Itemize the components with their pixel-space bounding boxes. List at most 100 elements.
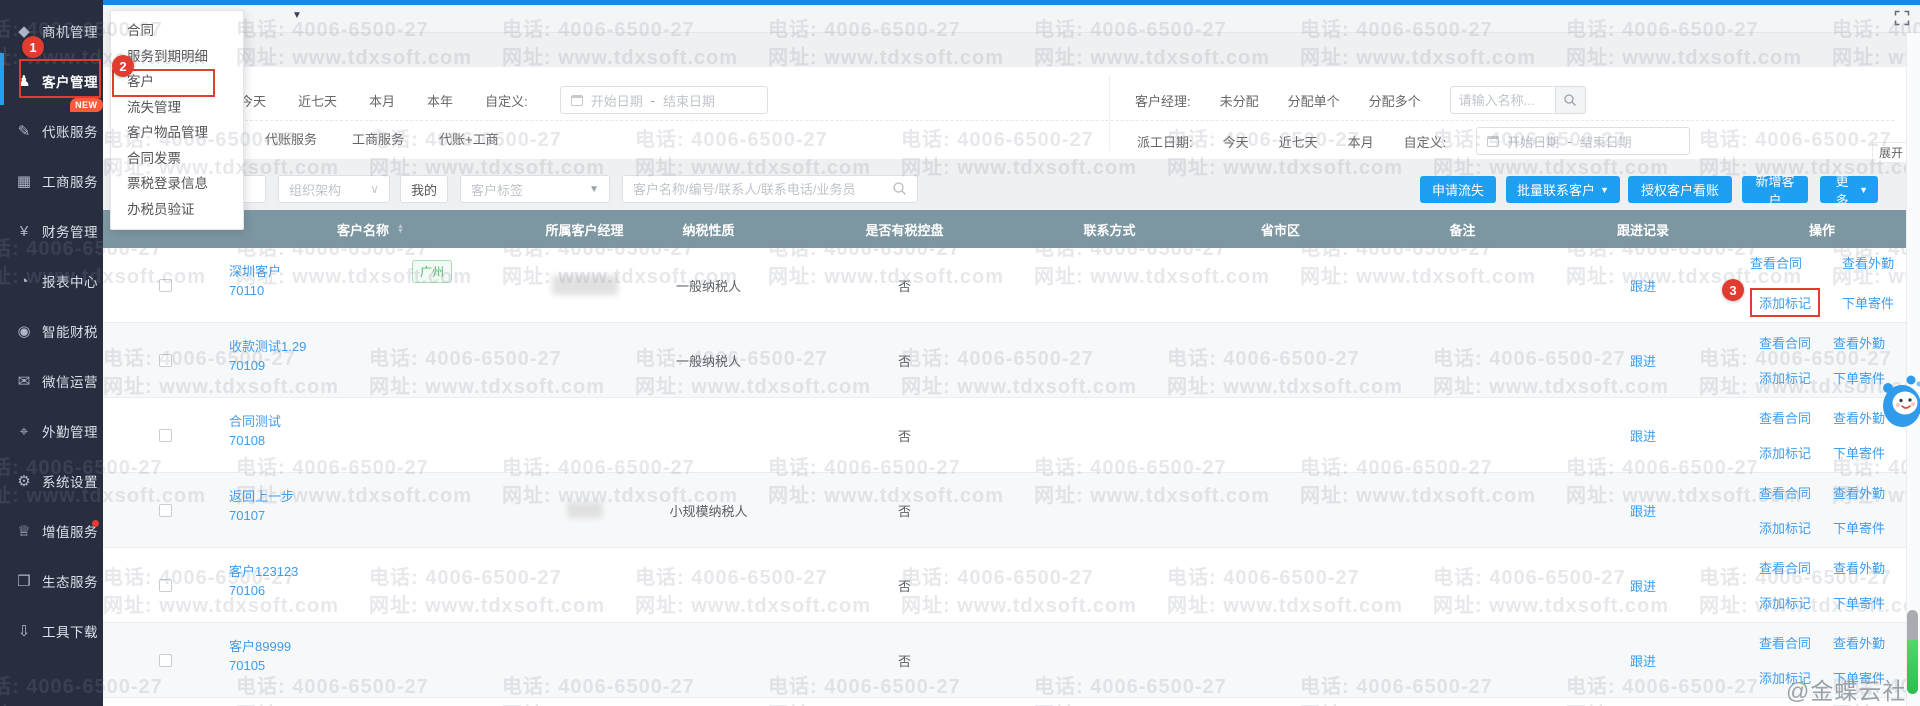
dispatch-quick-option-近七天[interactable]: 近七天 xyxy=(1279,132,1318,151)
sidebar-item-生态服务[interactable]: ❒生态服务 xyxy=(0,556,103,606)
action-link-查看合同[interactable]: 查看合同 xyxy=(1759,633,1811,652)
cell-contact xyxy=(1035,473,1184,547)
sidebar-item-商机管理[interactable]: ◆商机管理 xyxy=(0,6,103,56)
customer-code-link[interactable]: 70109 xyxy=(229,356,265,375)
customer-name-link[interactable]: 返回上一步 xyxy=(229,487,294,506)
action-link-下单寄件[interactable]: 下单寄件 xyxy=(1833,443,1885,462)
date-quick-option-本月[interactable]: 本月 xyxy=(369,91,395,110)
cell-has-tax-device: 否 xyxy=(774,248,1035,322)
assistant-mascot[interactable] xyxy=(1880,374,1920,433)
customer-name-link[interactable]: 深圳客户 xyxy=(229,262,281,281)
sort-desc-icon[interactable]: ▼ xyxy=(397,229,404,234)
action-link-查看外勤[interactable]: 查看外勤 xyxy=(1833,333,1885,352)
sidebar-item-外勤管理[interactable]: ⌖外勤管理 xyxy=(0,406,103,456)
action-link-查看合同[interactable]: 查看合同 xyxy=(1750,253,1820,272)
customer-name-link[interactable]: 客户89999 xyxy=(229,637,291,656)
customer-code-link[interactable]: 70107 xyxy=(229,506,265,525)
sidebar-item-智能财税[interactable]: ◉智能财税 xyxy=(0,306,103,356)
dispatch-quick-option-本月[interactable]: 本月 xyxy=(1348,132,1374,151)
dispatch-date-range-input[interactable]: 开始日期 - 结束日期 xyxy=(1476,127,1690,155)
sidebar-item-label: 外勤管理 xyxy=(42,421,98,441)
menu-item-客户物品管理[interactable]: 客户物品管理 xyxy=(111,120,243,146)
action-link-添加标记[interactable]: 添加标记 xyxy=(1759,368,1811,387)
row-checkbox[interactable] xyxy=(159,504,172,517)
dispatch-quick-option-今天[interactable]: 今天 xyxy=(1223,132,1249,151)
fullscreen-icon[interactable] xyxy=(1894,10,1912,28)
row-checkbox[interactable] xyxy=(159,354,172,367)
action-link-下单寄件[interactable]: 下单寄件 xyxy=(1833,593,1885,612)
row-checkbox[interactable] xyxy=(159,429,172,442)
action-link-下单寄件[interactable]: 下单寄件 xyxy=(1833,368,1885,387)
action-link-查看外勤[interactable]: 查看外勤 xyxy=(1833,633,1885,652)
customer-name-link[interactable]: 收款测试1.29 xyxy=(229,337,306,356)
customer-search-input[interactable] xyxy=(622,175,918,203)
customer-table: 客户名称▲▼所属客户经理纳税性质是否有税控盘联系方式省市区备注跟进记录操作 深圳… xyxy=(103,210,1906,706)
search-icon[interactable] xyxy=(892,181,908,197)
action-link-下单寄件[interactable]: 下单寄件 xyxy=(1833,518,1885,537)
scrollbar-track[interactable] xyxy=(1906,33,1920,706)
service-type-option-代账+工商[interactable]: 代账+工商 xyxy=(439,129,499,148)
action-link-查看合同[interactable]: 查看合同 xyxy=(1759,558,1811,577)
customer-code-link[interactable]: 70106 xyxy=(229,581,265,600)
sidebar-item-财务管理[interactable]: ¥财务管理 xyxy=(0,206,103,256)
action-link-下单寄件[interactable]: 下单寄件 xyxy=(1842,293,1894,312)
menu-item-票税登录信息[interactable]: 票税登录信息 xyxy=(111,171,243,197)
date-range-input[interactable]: 开始日期 - 结束日期 xyxy=(560,86,768,114)
row-checkbox[interactable] xyxy=(159,654,172,667)
follow-link[interactable]: 跟进 xyxy=(1630,501,1656,520)
manager-name-input[interactable] xyxy=(1450,86,1556,114)
action-link-查看合同[interactable]: 查看合同 xyxy=(1759,483,1811,502)
mine-button[interactable]: 我的 xyxy=(400,175,448,203)
manager-search-button[interactable] xyxy=(1556,86,1586,114)
action-link-查看合同[interactable]: 查看合同 xyxy=(1759,408,1811,427)
action-link-查看外勤[interactable]: 查看外勤 xyxy=(1833,558,1885,577)
customer-code-link[interactable]: 70110 xyxy=(229,281,264,300)
date-quick-option-本年[interactable]: 本年 xyxy=(427,91,453,110)
service-type-option-代账服务[interactable]: 代账服务 xyxy=(265,129,317,148)
menu-item-办税员验证[interactable]: 办税员验证 xyxy=(111,197,243,223)
sidebar-item-报表中心[interactable]: ◔报表中心 xyxy=(0,256,103,306)
customer-name-link[interactable]: 客户123123 xyxy=(229,562,298,581)
toolbar-button-批量联系客户[interactable]: 批量联系客户▼ xyxy=(1506,176,1620,203)
sidebar-item-微信运营[interactable]: ✉微信运营 xyxy=(0,356,103,406)
customer-tag-select[interactable]: 客户标签▼ xyxy=(460,175,610,203)
action-link-添加标记[interactable]: 添加标记 xyxy=(1759,518,1811,537)
manager-option-未分配[interactable]: 未分配 xyxy=(1220,91,1259,110)
row-checkbox[interactable] xyxy=(159,579,172,592)
action-link-添加标记[interactable]: 添加标记 xyxy=(1759,296,1811,311)
toolbar-button-授权客户看账[interactable]: 授权客户看账 xyxy=(1628,176,1732,203)
action-link-查看外勤[interactable]: 查看外勤 xyxy=(1833,408,1885,427)
follow-link[interactable]: 跟进 xyxy=(1630,576,1656,595)
service-type-option-工商服务[interactable]: 工商服务 xyxy=(352,129,404,148)
follow-link[interactable]: 跟进 xyxy=(1630,426,1656,445)
sidebar-item-代账服务[interactable]: ✎代账服务NEW xyxy=(0,106,103,156)
sidebar-item-增值服务[interactable]: ♕增值服务 xyxy=(0,506,103,556)
menu-item-流失管理[interactable]: 流失管理 xyxy=(111,95,243,121)
toolbar-button-申请流失[interactable]: 申请流失 xyxy=(1420,176,1496,203)
toolbar-button-新增客户[interactable]: 新增客户 xyxy=(1742,176,1808,203)
toolbar-button-更多[interactable]: 更多▼ xyxy=(1820,176,1878,203)
action-link-查看外勤[interactable]: 查看外勤 xyxy=(1842,253,1894,272)
menu-open-caret-icon[interactable]: ▼ xyxy=(292,10,302,21)
row-checkbox[interactable] xyxy=(159,279,172,292)
follow-link[interactable]: 跟进 xyxy=(1630,651,1656,670)
manager-option-分配单个[interactable]: 分配单个 xyxy=(1288,91,1340,110)
action-link-查看外勤[interactable]: 查看外勤 xyxy=(1833,483,1885,502)
customer-code-link[interactable]: 70108 xyxy=(229,431,265,450)
sidebar-item-系统设置[interactable]: ⚙系统设置 xyxy=(0,456,103,506)
action-link-添加标记[interactable]: 添加标记 xyxy=(1759,593,1811,612)
follow-link[interactable]: 跟进 xyxy=(1630,351,1656,370)
customer-name-link[interactable]: 合同测试 xyxy=(229,412,281,431)
manager-option-分配多个[interactable]: 分配多个 xyxy=(1369,91,1421,110)
action-link-查看合同[interactable]: 查看合同 xyxy=(1759,333,1811,352)
follow-link[interactable]: 跟进 xyxy=(1630,276,1656,295)
org-structure-select[interactable]: 组织架构∨ xyxy=(278,175,390,203)
action-link-添加标记[interactable]: 添加标记 xyxy=(1759,443,1811,462)
date-quick-option-近七天[interactable]: 近七天 xyxy=(298,91,337,110)
sidebar-item-工具下载[interactable]: ⇩工具下载 xyxy=(0,606,103,656)
sidebar-item-工商服务[interactable]: ▦工商服务 xyxy=(0,156,103,206)
cell-has-tax-device: 否 xyxy=(774,623,1035,697)
customer-code-link[interactable]: 70105 xyxy=(229,656,265,675)
menu-item-合同[interactable]: 合同 xyxy=(111,18,243,44)
menu-item-合同发票[interactable]: 合同发票 xyxy=(111,146,243,172)
